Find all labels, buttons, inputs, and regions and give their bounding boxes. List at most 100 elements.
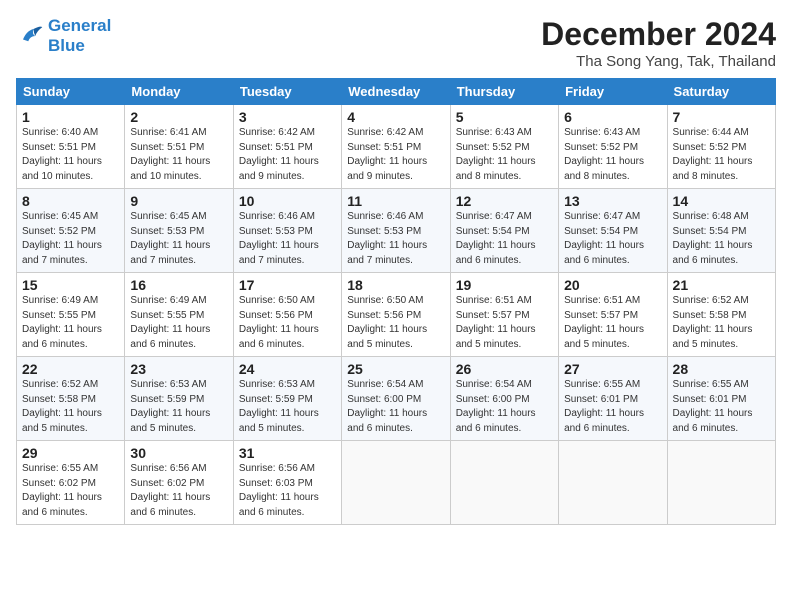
table-row: 10Sunrise: 6:46 AMSunset: 5:53 PMDayligh… bbox=[233, 189, 341, 273]
day-number: 27 bbox=[564, 361, 661, 377]
day-info: Sunrise: 6:40 AMSunset: 5:51 PMDaylight:… bbox=[22, 126, 119, 184]
day-info: Sunrise: 6:41 AMSunset: 5:51 PMDaylight:… bbox=[130, 126, 227, 184]
col-saturday: Saturday bbox=[667, 79, 775, 105]
day-number: 2 bbox=[130, 109, 227, 125]
day-number: 12 bbox=[456, 193, 553, 209]
table-row bbox=[667, 441, 775, 525]
day-number: 5 bbox=[456, 109, 553, 125]
logo: General Blue bbox=[16, 16, 111, 55]
day-number: 14 bbox=[673, 193, 770, 209]
calendar-header-row: Sunday Monday Tuesday Wednesday Thursday… bbox=[17, 79, 776, 105]
day-number: 7 bbox=[673, 109, 770, 125]
day-info: Sunrise: 6:42 AMSunset: 5:51 PMDaylight:… bbox=[239, 126, 336, 184]
table-row: 8Sunrise: 6:45 AMSunset: 5:52 PMDaylight… bbox=[17, 189, 125, 273]
calendar-table: Sunday Monday Tuesday Wednesday Thursday… bbox=[16, 78, 776, 525]
table-row: 11Sunrise: 6:46 AMSunset: 5:53 PMDayligh… bbox=[342, 189, 450, 273]
day-info: Sunrise: 6:54 AMSunset: 6:00 PMDaylight:… bbox=[347, 378, 444, 436]
day-info: Sunrise: 6:45 AMSunset: 5:53 PMDaylight:… bbox=[130, 210, 227, 268]
table-row: 28Sunrise: 6:55 AMSunset: 6:01 PMDayligh… bbox=[667, 357, 775, 441]
day-number: 28 bbox=[673, 361, 770, 377]
table-row: 25Sunrise: 6:54 AMSunset: 6:00 PMDayligh… bbox=[342, 357, 450, 441]
calendar-week-row: 15Sunrise: 6:49 AMSunset: 5:55 PMDayligh… bbox=[17, 273, 776, 357]
logo-icon bbox=[16, 22, 44, 50]
table-row: 6Sunrise: 6:43 AMSunset: 5:52 PMDaylight… bbox=[559, 105, 667, 189]
col-sunday: Sunday bbox=[17, 79, 125, 105]
table-row: 2Sunrise: 6:41 AMSunset: 5:51 PMDaylight… bbox=[125, 105, 233, 189]
day-info: Sunrise: 6:53 AMSunset: 5:59 PMDaylight:… bbox=[130, 378, 227, 436]
day-number: 15 bbox=[22, 277, 119, 293]
day-number: 26 bbox=[456, 361, 553, 377]
location-title: Tha Song Yang, Tak, Thailand bbox=[541, 53, 776, 70]
calendar-week-row: 8Sunrise: 6:45 AMSunset: 5:52 PMDaylight… bbox=[17, 189, 776, 273]
calendar-week-row: 29Sunrise: 6:55 AMSunset: 6:02 PMDayligh… bbox=[17, 441, 776, 525]
day-info: Sunrise: 6:42 AMSunset: 5:51 PMDaylight:… bbox=[347, 126, 444, 184]
table-row: 14Sunrise: 6:48 AMSunset: 5:54 PMDayligh… bbox=[667, 189, 775, 273]
logo-text: General Blue bbox=[48, 16, 111, 55]
table-row: 30Sunrise: 6:56 AMSunset: 6:02 PMDayligh… bbox=[125, 441, 233, 525]
day-number: 31 bbox=[239, 445, 336, 461]
day-info: Sunrise: 6:50 AMSunset: 5:56 PMDaylight:… bbox=[347, 294, 444, 352]
day-info: Sunrise: 6:46 AMSunset: 5:53 PMDaylight:… bbox=[347, 210, 444, 268]
day-number: 4 bbox=[347, 109, 444, 125]
day-info: Sunrise: 6:55 AMSunset: 6:01 PMDaylight:… bbox=[673, 378, 770, 436]
table-row: 23Sunrise: 6:53 AMSunset: 5:59 PMDayligh… bbox=[125, 357, 233, 441]
day-number: 11 bbox=[347, 193, 444, 209]
col-monday: Monday bbox=[125, 79, 233, 105]
table-row: 5Sunrise: 6:43 AMSunset: 5:52 PMDaylight… bbox=[450, 105, 558, 189]
day-info: Sunrise: 6:52 AMSunset: 5:58 PMDaylight:… bbox=[673, 294, 770, 352]
day-number: 6 bbox=[564, 109, 661, 125]
table-row: 22Sunrise: 6:52 AMSunset: 5:58 PMDayligh… bbox=[17, 357, 125, 441]
title-block: December 2024 Tha Song Yang, Tak, Thaila… bbox=[541, 16, 776, 70]
day-number: 3 bbox=[239, 109, 336, 125]
day-info: Sunrise: 6:55 AMSunset: 6:02 PMDaylight:… bbox=[22, 462, 119, 520]
day-number: 20 bbox=[564, 277, 661, 293]
day-info: Sunrise: 6:51 AMSunset: 5:57 PMDaylight:… bbox=[564, 294, 661, 352]
page-header: General Blue December 2024 Tha Song Yang… bbox=[16, 16, 776, 70]
day-info: Sunrise: 6:43 AMSunset: 5:52 PMDaylight:… bbox=[456, 126, 553, 184]
day-info: Sunrise: 6:54 AMSunset: 6:00 PMDaylight:… bbox=[456, 378, 553, 436]
table-row: 31Sunrise: 6:56 AMSunset: 6:03 PMDayligh… bbox=[233, 441, 341, 525]
day-info: Sunrise: 6:49 AMSunset: 5:55 PMDaylight:… bbox=[22, 294, 119, 352]
table-row bbox=[342, 441, 450, 525]
table-row: 27Sunrise: 6:55 AMSunset: 6:01 PMDayligh… bbox=[559, 357, 667, 441]
day-info: Sunrise: 6:43 AMSunset: 5:52 PMDaylight:… bbox=[564, 126, 661, 184]
col-tuesday: Tuesday bbox=[233, 79, 341, 105]
day-info: Sunrise: 6:53 AMSunset: 5:59 PMDaylight:… bbox=[239, 378, 336, 436]
day-info: Sunrise: 6:55 AMSunset: 6:01 PMDaylight:… bbox=[564, 378, 661, 436]
calendar-week-row: 22Sunrise: 6:52 AMSunset: 5:58 PMDayligh… bbox=[17, 357, 776, 441]
table-row: 17Sunrise: 6:50 AMSunset: 5:56 PMDayligh… bbox=[233, 273, 341, 357]
day-info: Sunrise: 6:49 AMSunset: 5:55 PMDaylight:… bbox=[130, 294, 227, 352]
day-info: Sunrise: 6:56 AMSunset: 6:03 PMDaylight:… bbox=[239, 462, 336, 520]
table-row: 3Sunrise: 6:42 AMSunset: 5:51 PMDaylight… bbox=[233, 105, 341, 189]
day-info: Sunrise: 6:50 AMSunset: 5:56 PMDaylight:… bbox=[239, 294, 336, 352]
col-wednesday: Wednesday bbox=[342, 79, 450, 105]
table-row: 4Sunrise: 6:42 AMSunset: 5:51 PMDaylight… bbox=[342, 105, 450, 189]
day-number: 17 bbox=[239, 277, 336, 293]
day-number: 10 bbox=[239, 193, 336, 209]
table-row: 18Sunrise: 6:50 AMSunset: 5:56 PMDayligh… bbox=[342, 273, 450, 357]
day-number: 19 bbox=[456, 277, 553, 293]
day-number: 8 bbox=[22, 193, 119, 209]
day-info: Sunrise: 6:51 AMSunset: 5:57 PMDaylight:… bbox=[456, 294, 553, 352]
calendar-week-row: 1Sunrise: 6:40 AMSunset: 5:51 PMDaylight… bbox=[17, 105, 776, 189]
day-info: Sunrise: 6:52 AMSunset: 5:58 PMDaylight:… bbox=[22, 378, 119, 436]
day-info: Sunrise: 6:47 AMSunset: 5:54 PMDaylight:… bbox=[564, 210, 661, 268]
day-number: 9 bbox=[130, 193, 227, 209]
day-number: 23 bbox=[130, 361, 227, 377]
table-row: 19Sunrise: 6:51 AMSunset: 5:57 PMDayligh… bbox=[450, 273, 558, 357]
day-number: 18 bbox=[347, 277, 444, 293]
table-row: 21Sunrise: 6:52 AMSunset: 5:58 PMDayligh… bbox=[667, 273, 775, 357]
table-row: 24Sunrise: 6:53 AMSunset: 5:59 PMDayligh… bbox=[233, 357, 341, 441]
table-row: 15Sunrise: 6:49 AMSunset: 5:55 PMDayligh… bbox=[17, 273, 125, 357]
table-row: 12Sunrise: 6:47 AMSunset: 5:54 PMDayligh… bbox=[450, 189, 558, 273]
day-number: 22 bbox=[22, 361, 119, 377]
table-row bbox=[559, 441, 667, 525]
day-number: 21 bbox=[673, 277, 770, 293]
day-info: Sunrise: 6:47 AMSunset: 5:54 PMDaylight:… bbox=[456, 210, 553, 268]
day-number: 16 bbox=[130, 277, 227, 293]
day-number: 13 bbox=[564, 193, 661, 209]
day-info: Sunrise: 6:45 AMSunset: 5:52 PMDaylight:… bbox=[22, 210, 119, 268]
table-row: 20Sunrise: 6:51 AMSunset: 5:57 PMDayligh… bbox=[559, 273, 667, 357]
day-number: 24 bbox=[239, 361, 336, 377]
col-friday: Friday bbox=[559, 79, 667, 105]
